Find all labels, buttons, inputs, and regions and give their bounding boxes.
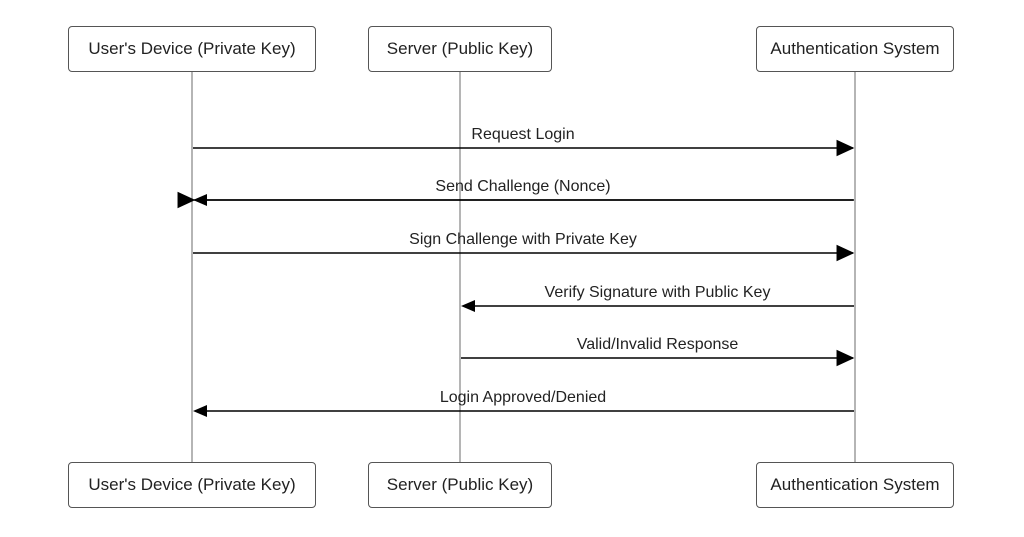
msg-label-1: Request Login bbox=[193, 126, 853, 144]
msg-label-6: Login Approved/Denied bbox=[193, 389, 853, 407]
msg-label-4: Verify Signature with Public Key bbox=[461, 284, 854, 302]
actor-auth-bottom: Authentication System bbox=[756, 462, 954, 508]
actor-server-label-bottom: Server (Public Key) bbox=[387, 475, 533, 495]
actor-user-top: User's Device (Private Key) bbox=[68, 26, 316, 72]
actor-user-bottom: User's Device (Private Key) bbox=[68, 462, 316, 508]
actor-server-top: Server (Public Key) bbox=[368, 26, 552, 72]
actor-user-label-bottom: User's Device (Private Key) bbox=[88, 475, 295, 495]
actor-user-label: User's Device (Private Key) bbox=[88, 39, 295, 59]
msg-label-2: Send Challenge (Nonce) bbox=[193, 178, 853, 196]
msg-label-3: Sign Challenge with Private Key bbox=[193, 231, 853, 249]
diagram-svg bbox=[0, 0, 1024, 537]
actor-auth-top: Authentication System bbox=[756, 26, 954, 72]
actor-server-bottom: Server (Public Key) bbox=[368, 462, 552, 508]
actor-auth-label-bottom: Authentication System bbox=[770, 475, 939, 495]
actor-server-label: Server (Public Key) bbox=[387, 39, 533, 59]
sequence-diagram: User's Device (Private Key) Server (Publ… bbox=[0, 0, 1024, 537]
msg-label-5: Valid/Invalid Response bbox=[461, 336, 854, 354]
actor-auth-label: Authentication System bbox=[770, 39, 939, 59]
